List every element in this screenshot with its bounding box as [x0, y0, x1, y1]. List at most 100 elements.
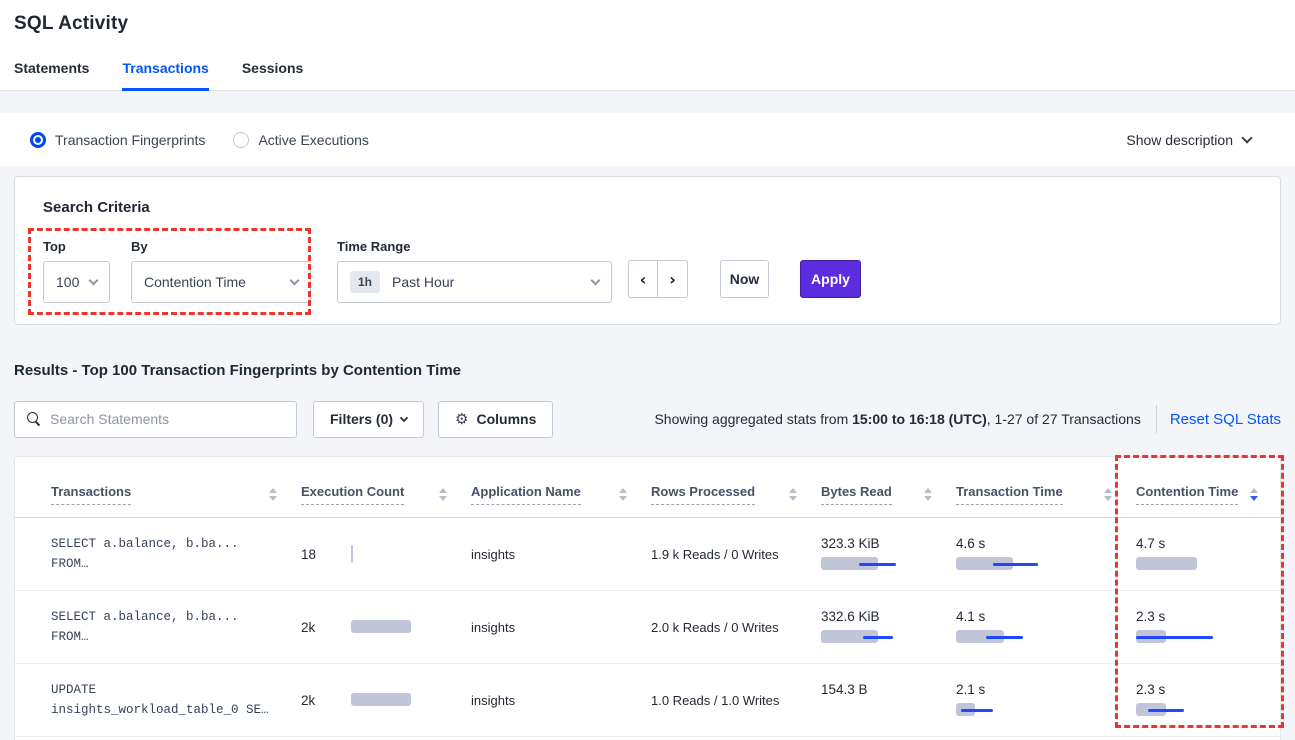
filters-button[interactable]: Filters (0) [313, 401, 424, 438]
top-select-value: 100 [56, 274, 79, 290]
bytes-read-cell: 154.3 B [821, 682, 956, 718]
time-range-value: Past Hour [392, 274, 454, 290]
filters-label: Filters (0) [330, 411, 393, 427]
columns-button[interactable]: ⚙ Columns [438, 401, 553, 438]
sort-icon[interactable] [1104, 488, 1112, 501]
transaction-fingerprint-link[interactable]: SELECT a.balance, b.ba...FROM… [15, 607, 301, 647]
contention-time-cell: 2.3 s [1136, 682, 1282, 718]
chevron-down-icon [400, 414, 408, 422]
rows-processed-cell: 1.9 k Reads / 0 Writes [651, 547, 821, 562]
time-range-select[interactable]: 1h Past Hour [337, 261, 612, 303]
transaction-fingerprint-link[interactable]: SELECT a.balance, b.ba...FROM… [15, 534, 301, 574]
chevron-down-icon [89, 275, 99, 285]
next-time-button[interactable]: › [658, 260, 688, 298]
transaction-time-bar [956, 556, 1106, 572]
apply-button[interactable]: Apply [800, 260, 861, 298]
execution-count-bar [351, 546, 459, 562]
search-criteria-heading: Search Criteria [43, 199, 150, 216]
transaction-time-bar [956, 702, 1106, 718]
sort-icon[interactable] [924, 488, 932, 501]
vertical-divider [1156, 405, 1157, 433]
page-header: SQL Activity Statements Transactions Ses… [0, 0, 1295, 91]
chevron-down-icon [1241, 132, 1252, 143]
chevron-down-icon [591, 275, 601, 285]
application-name-cell: insights [471, 620, 651, 635]
column-header-contention-time[interactable]: Contention Time [1136, 484, 1282, 517]
search-statements-box[interactable] [14, 401, 297, 438]
sort-icon[interactable] [269, 488, 277, 501]
execution-count-cell: 18 [301, 546, 471, 562]
bytes-read-bar [821, 629, 971, 645]
transactions-table: Transactions Execution Count Application… [14, 456, 1281, 740]
previous-time-button[interactable]: ‹ [628, 260, 658, 298]
contention-time-cell: 2.3 s [1136, 609, 1282, 645]
search-criteria-card: Search Criteria Top 100 By Contention Ti… [14, 176, 1281, 325]
column-header-transaction-time[interactable]: Transaction Time [956, 484, 1136, 517]
bytes-read-cell: 332.6 KiB [821, 609, 956, 645]
execution-count-bar [351, 692, 459, 708]
rows-processed-cell: 1.0 Reads / 1.0 Writes [651, 693, 821, 708]
transaction-time-cell: 4.1 s [956, 609, 1136, 645]
contention-time-bar [1136, 702, 1286, 718]
tab-transactions[interactable]: Transactions [122, 60, 208, 90]
aggregated-stats-text: Showing aggregated stats from 15:00 to 1… [654, 411, 1140, 427]
show-description-toggle[interactable]: Show description [1126, 132, 1265, 148]
column-header-rows-processed[interactable]: Rows Processed [651, 484, 821, 517]
contention-time-bar [1136, 629, 1286, 645]
contention-time-cell: 4.7 s [1136, 536, 1282, 572]
execution-count-bar [351, 619, 459, 635]
contention-time-bar [1136, 556, 1286, 572]
by-select-value: Contention Time [144, 274, 246, 290]
reset-sql-stats-link[interactable]: Reset SQL Stats [1170, 411, 1281, 428]
bytes-read-bar [821, 556, 971, 572]
execution-count-cell: 2k [301, 619, 471, 635]
tab-statements[interactable]: Statements [14, 60, 89, 90]
table-header-row: Transactions Execution Count Application… [15, 457, 1280, 518]
by-select[interactable]: Contention Time [131, 261, 311, 303]
show-description-label: Show description [1126, 132, 1233, 148]
results-heading: Results - Top 100 Transaction Fingerprin… [14, 362, 461, 379]
time-nav-group: ‹ › [628, 260, 688, 298]
radio-transaction-fingerprints[interactable]: Transaction Fingerprints [30, 132, 205, 148]
results-toolbar: Filters (0) ⚙ Columns Showing aggregated… [14, 400, 1281, 438]
stats-area: Showing aggregated stats from 15:00 to 1… [654, 405, 1281, 433]
sort-icon[interactable] [439, 488, 447, 501]
tab-sessions[interactable]: Sessions [242, 60, 303, 90]
transaction-time-cell: 4.6 s [956, 536, 1136, 572]
top-select[interactable]: 100 [43, 261, 110, 303]
time-range-badge: 1h [350, 271, 380, 293]
top-field: Top 100 [43, 239, 110, 303]
table-row: SELECT a.balance, b.ba...FROM… 18 insigh… [15, 518, 1280, 591]
column-header-execution-count[interactable]: Execution Count [301, 484, 471, 517]
search-statements-input[interactable] [50, 411, 284, 427]
now-button[interactable]: Now [720, 260, 769, 298]
transaction-time-cell: 2.1 s [956, 682, 1136, 718]
radio-active-executions[interactable]: Active Executions [233, 132, 369, 148]
column-header-application-name[interactable]: Application Name [471, 484, 651, 517]
application-name-cell: insights [471, 547, 651, 562]
table-row: UPDATEinsights_workload_table_0 SE… 2k i… [15, 664, 1280, 737]
transaction-time-bar [956, 629, 1106, 645]
bytes-read-cell: 323.3 KiB [821, 536, 956, 572]
transaction-fingerprint-link[interactable]: UPDATEinsights_workload_table_0 SE… [15, 680, 301, 720]
radio-label: Transaction Fingerprints [55, 132, 205, 148]
execution-count-cell: 2k [301, 692, 471, 708]
rows-processed-cell: 2.0 k Reads / 0 Writes [651, 620, 821, 635]
column-header-bytes-read[interactable]: Bytes Read [821, 484, 956, 517]
table-row: SELECT a.balance, b.ba...FROM… 2k insigh… [15, 591, 1280, 664]
sort-icon-active-desc[interactable] [1250, 488, 1258, 501]
sort-icon[interactable] [789, 488, 797, 501]
application-name-cell: insights [471, 693, 651, 708]
by-label: By [131, 239, 311, 254]
time-range-field: Time Range 1h Past Hour [337, 239, 612, 303]
bytes-read-bar [821, 702, 971, 718]
radio-unselected-icon[interactable] [233, 132, 249, 148]
time-range-label: Time Range [337, 239, 612, 254]
column-header-transactions[interactable]: Transactions [15, 484, 301, 517]
view-toggle-bar: Transaction Fingerprints Active Executio… [0, 113, 1295, 166]
sort-icon[interactable] [619, 488, 627, 501]
by-field: By Contention Time [131, 239, 311, 303]
tab-bar: Statements Transactions Sessions [14, 60, 303, 90]
radio-selected-icon[interactable] [30, 132, 46, 148]
top-label: Top [43, 239, 110, 254]
